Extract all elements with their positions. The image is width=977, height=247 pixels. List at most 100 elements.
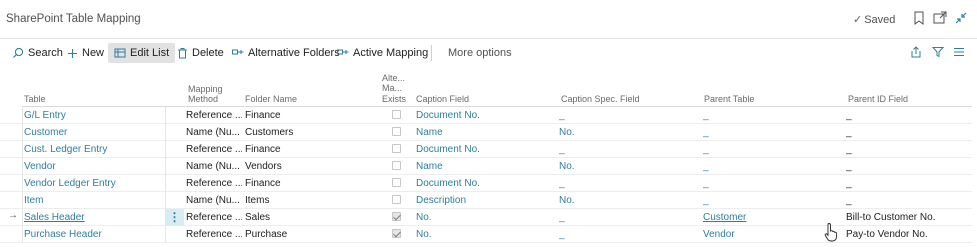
- row-gridline: [22, 192, 23, 209]
- table-row[interactable]: Item Name (Nu... Items Description No. _…: [0, 192, 972, 209]
- cell-caption-field[interactable]: Description: [416, 194, 556, 208]
- cell-mapping-method[interactable]: Reference ...: [186, 177, 242, 191]
- cell-folder-name[interactable]: Items: [245, 194, 377, 208]
- column-header-alt-line2[interactable]: Ma...: [382, 83, 402, 93]
- cell-caption-spec-field[interactable]: No.: [559, 194, 699, 208]
- table-row[interactable]: Cust. Ledger Entry Reference ... Finance…: [0, 141, 972, 158]
- row-actions-menu-icon[interactable]: ⋮: [165, 209, 184, 226]
- column-header-alt-line1[interactable]: Alte...: [382, 73, 405, 83]
- alternative-mapping-checkbox[interactable]: [392, 229, 401, 238]
- cell-table[interactable]: Vendor: [24, 160, 164, 174]
- cell-mapping-method[interactable]: Name (Nu...: [186, 194, 242, 208]
- cell-folder-name[interactable]: Sales: [245, 211, 377, 225]
- cell-table[interactable]: Customer: [24, 126, 164, 140]
- cell-table[interactable]: G/L Entry: [24, 109, 164, 123]
- cell-caption-spec-field[interactable]: No.: [559, 126, 699, 140]
- cell-parent-table[interactable]: Vendor: [703, 228, 818, 242]
- table-row[interactable]: Vendor Ledger Entry Reference ... Financ…: [0, 175, 972, 192]
- cell-folder-name[interactable]: Vendors: [245, 160, 377, 174]
- column-header-parent-table[interactable]: Parent Table: [704, 94, 754, 104]
- alternative-mapping-checkbox[interactable]: [392, 195, 401, 204]
- cell-caption-spec-field[interactable]: _: [559, 177, 699, 191]
- cell-parent-table[interactable]: Customer: [703, 211, 843, 225]
- cell-parent-id-field[interactable]: _: [846, 194, 970, 208]
- column-header-parent-id-field[interactable]: Parent ID Field: [848, 94, 908, 104]
- search-button[interactable]: Search: [12, 43, 63, 63]
- cell-caption-field[interactable]: Document No.: [416, 143, 556, 157]
- new-button-label: New: [82, 47, 105, 59]
- delete-button[interactable]: Delete: [177, 43, 224, 63]
- column-header-table[interactable]: Table: [24, 94, 46, 104]
- new-button[interactable]: New: [67, 43, 104, 63]
- cell-caption-spec-field[interactable]: _: [559, 211, 699, 225]
- cell-caption-field[interactable]: Name: [416, 126, 556, 140]
- cell-caption-spec-field[interactable]: _: [559, 143, 699, 157]
- page-title: SharePoint Table Mapping: [6, 13, 141, 25]
- cell-parent-id-field[interactable]: _: [846, 160, 970, 174]
- cell-parent-id-field[interactable]: Pay-to Vendor No.: [846, 228, 970, 242]
- cell-table[interactable]: Item: [24, 194, 164, 208]
- cell-parent-table[interactable]: _: [703, 177, 843, 191]
- cell-table[interactable]: Cust. Ledger Entry: [24, 143, 164, 157]
- cell-parent-table[interactable]: _: [703, 109, 843, 123]
- cell-parent-id-field[interactable]: _: [846, 177, 970, 191]
- cell-caption-spec-field[interactable]: No.: [559, 160, 699, 174]
- cell-folder-name[interactable]: Customers: [245, 126, 377, 140]
- cell-parent-table[interactable]: _: [703, 143, 843, 157]
- cell-folder-name[interactable]: Purchase: [245, 228, 377, 242]
- column-header-mapping-method-line2[interactable]: Method: [188, 94, 218, 104]
- column-header-folder-name[interactable]: Folder Name: [245, 94, 297, 104]
- share-icon[interactable]: [910, 46, 922, 58]
- active-mapping-button[interactable]: Active Mapping: [337, 43, 428, 63]
- mapping-icon: [232, 49, 244, 55]
- bookmark-icon[interactable]: [911, 10, 927, 26]
- cell-mapping-method[interactable]: Name (Nu...: [186, 160, 242, 174]
- alternative-folders-button[interactable]: Alternative Folders: [232, 43, 340, 63]
- cell-caption-field[interactable]: Document No.: [416, 177, 556, 191]
- cell-folder-name[interactable]: Finance: [245, 143, 377, 157]
- cell-parent-id-field[interactable]: _: [846, 126, 970, 140]
- cell-caption-spec-field[interactable]: _: [559, 109, 699, 123]
- alternative-mapping-checkbox[interactable]: [392, 144, 401, 153]
- filter-icon[interactable]: [932, 46, 944, 58]
- cell-caption-field[interactable]: Name: [416, 160, 556, 174]
- column-header-caption-field[interactable]: Caption Field: [416, 94, 469, 104]
- cell-table[interactable]: Vendor Ledger Entry: [24, 177, 164, 191]
- cell-mapping-method[interactable]: Reference ...: [186, 143, 242, 157]
- more-options-button[interactable]: More options: [448, 43, 512, 63]
- column-header-mapping-method-line1[interactable]: Mapping: [188, 84, 223, 94]
- cell-table[interactable]: Sales Header: [24, 211, 164, 225]
- list-view-icon[interactable]: [953, 46, 965, 58]
- cell-parent-id-field[interactable]: _: [846, 143, 970, 157]
- column-header-alt-line3[interactable]: Exists: [382, 94, 406, 104]
- cell-caption-spec-field[interactable]: _: [559, 228, 699, 242]
- cell-parent-table[interactable]: _: [703, 160, 843, 174]
- table-row[interactable]: G/L Entry Reference ... Finance Document…: [0, 107, 972, 124]
- cell-table[interactable]: Purchase Header: [24, 228, 164, 242]
- cell-mapping-method[interactable]: Reference ...: [186, 228, 242, 242]
- cell-parent-table[interactable]: _: [703, 126, 843, 140]
- table-row[interactable]: Customer Name (Nu... Customers Name No. …: [0, 124, 972, 141]
- collapse-icon[interactable]: [953, 10, 969, 26]
- cell-mapping-method[interactable]: Reference ...: [186, 109, 242, 123]
- alternative-mapping-checkbox[interactable]: [392, 110, 401, 119]
- column-header-caption-spec-field[interactable]: Caption Spec. Field: [561, 94, 640, 104]
- cell-parent-id-field[interactable]: _: [846, 109, 970, 123]
- cell-mapping-method[interactable]: Reference ...: [186, 211, 242, 225]
- cell-folder-name[interactable]: Finance: [245, 177, 377, 191]
- cell-mapping-method[interactable]: Name (Nu...: [186, 126, 242, 140]
- table-row[interactable]: Vendor Name (Nu... Vendors Name No. _ _: [0, 158, 972, 175]
- cell-caption-field[interactable]: No.: [416, 228, 556, 242]
- row-gridline: [22, 209, 23, 226]
- alternative-mapping-checkbox[interactable]: [392, 127, 401, 136]
- alternative-mapping-checkbox[interactable]: [392, 161, 401, 170]
- cell-caption-field[interactable]: No.: [416, 211, 556, 225]
- cell-folder-name[interactable]: Finance: [245, 109, 377, 123]
- alternative-mapping-checkbox[interactable]: [392, 212, 401, 221]
- alternative-mapping-checkbox[interactable]: [392, 178, 401, 187]
- cell-parent-table[interactable]: _: [703, 194, 843, 208]
- edit-list-button[interactable]: Edit List: [108, 43, 176, 63]
- open-in-new-window-icon[interactable]: [932, 10, 948, 26]
- cell-parent-id-field[interactable]: Bill-to Customer No.: [846, 211, 970, 225]
- cell-caption-field[interactable]: Document No.: [416, 109, 556, 123]
